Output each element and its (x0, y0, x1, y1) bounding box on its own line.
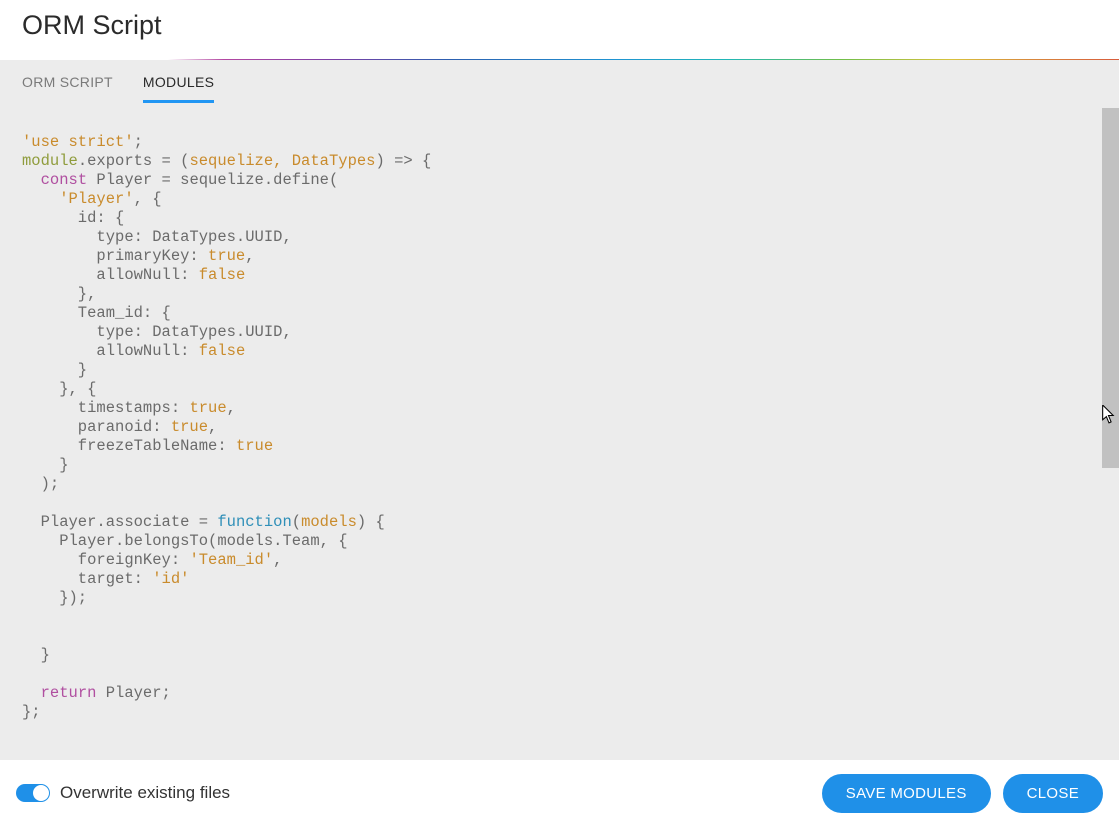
tab-orm-script[interactable]: ORM SCRIPT (22, 74, 113, 103)
content-area: ORM SCRIPT MODULES 'use strict'; module.… (0, 60, 1119, 760)
page-title: ORM Script (22, 10, 1097, 41)
code-viewer[interactable]: 'use strict'; module.exports = (sequeliz… (0, 103, 1119, 755)
dialog-footer: Overwrite existing files SAVE MODULES CL… (0, 761, 1119, 825)
overwrite-toggle-wrap: Overwrite existing files (16, 783, 230, 803)
overwrite-label: Overwrite existing files (60, 783, 230, 803)
save-modules-button[interactable]: SAVE MODULES (822, 774, 991, 813)
dialog-header: ORM Script (0, 0, 1119, 59)
overwrite-toggle[interactable] (16, 784, 50, 802)
tab-bar: ORM SCRIPT MODULES (0, 60, 1119, 103)
vertical-scrollbar[interactable] (1102, 108, 1119, 468)
code-block: 'use strict'; module.exports = (sequeliz… (22, 133, 1097, 722)
close-button[interactable]: CLOSE (1003, 774, 1103, 813)
toggle-knob (33, 785, 49, 801)
tab-modules[interactable]: MODULES (143, 74, 214, 103)
